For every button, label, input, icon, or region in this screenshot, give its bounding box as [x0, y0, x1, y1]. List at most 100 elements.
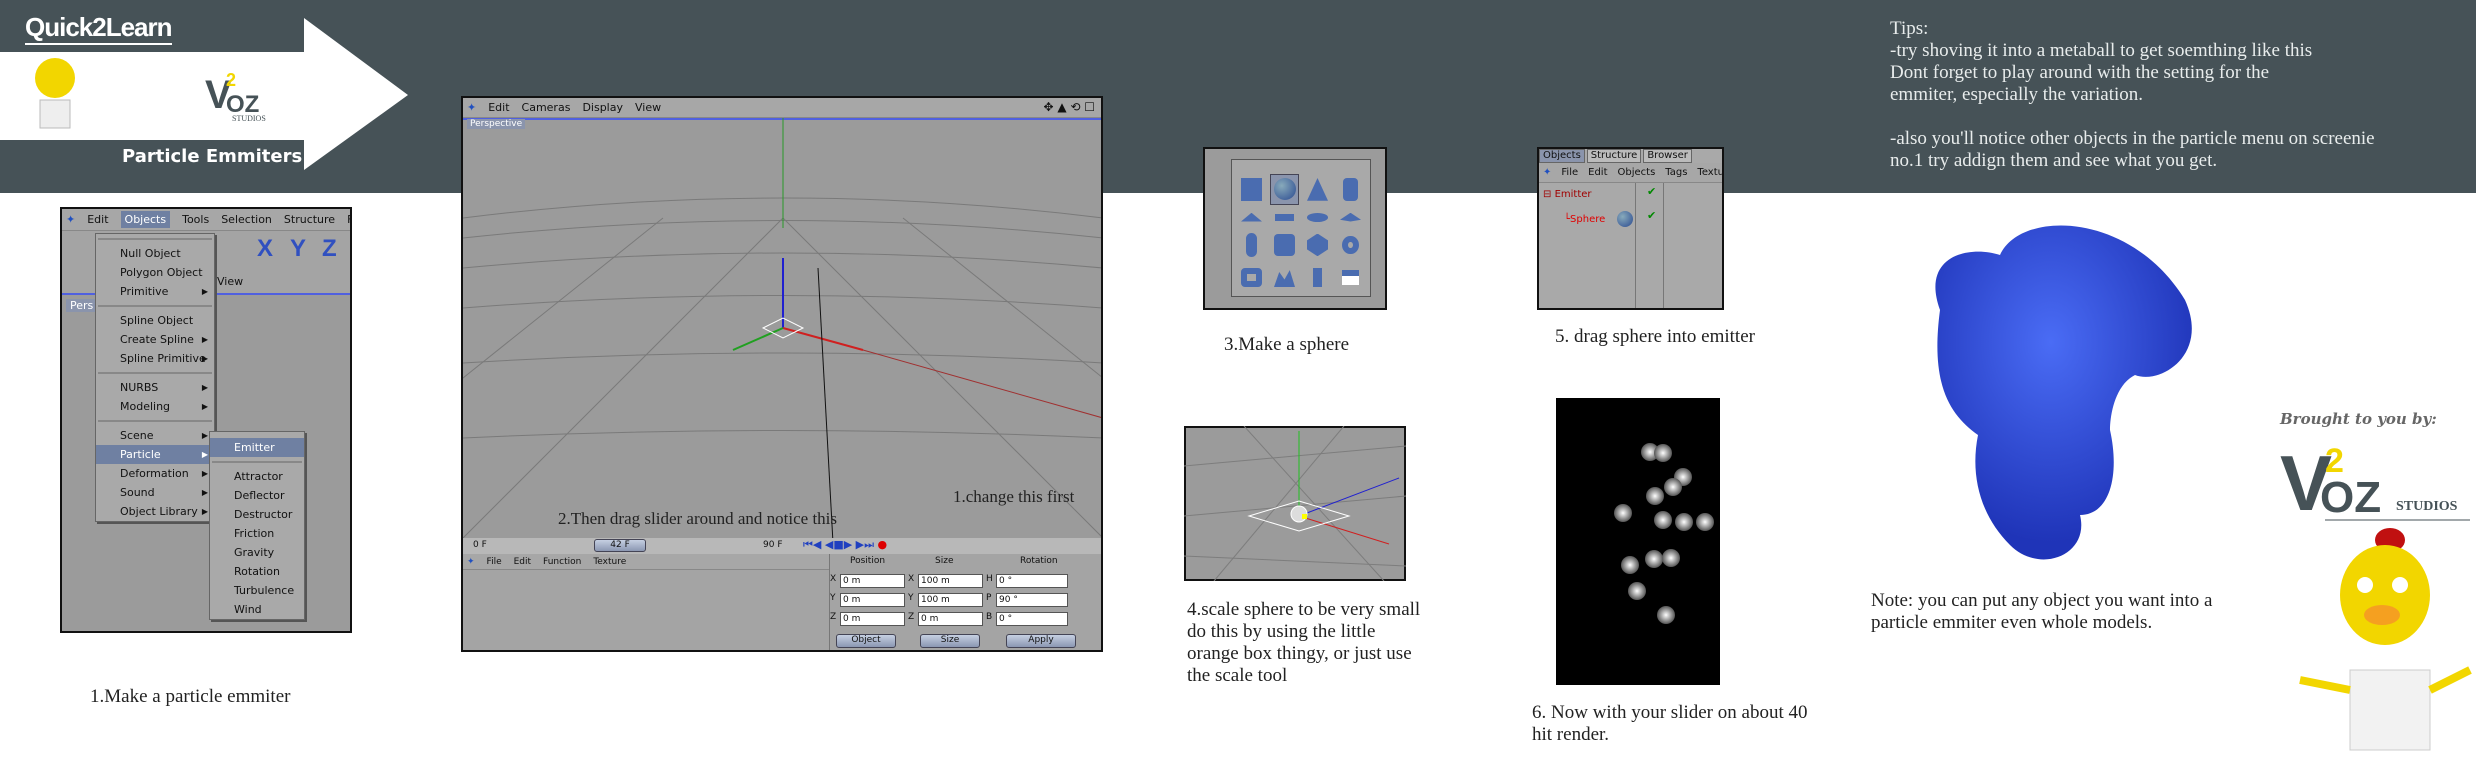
menu-item-scene[interactable]: Scene [96, 426, 214, 445]
figure-icon[interactable] [1313, 268, 1322, 287]
menu-edit[interactable]: Edit [488, 101, 509, 114]
coord-size-field[interactable]: 100 m [918, 593, 983, 607]
checkmark-icon[interactable]: ✔ [1647, 209, 1656, 222]
tab-structure[interactable]: Structure [1586, 149, 1642, 163]
menu-item-particle[interactable]: Particle [96, 445, 214, 464]
menu-item-nurbs[interactable]: NURBS [96, 378, 214, 397]
platonic-icon[interactable] [1307, 233, 1328, 257]
cylinder-icon[interactable] [1343, 178, 1358, 201]
coord-rot-field[interactable]: 0 ° [996, 574, 1068, 588]
particle-sphere [1646, 487, 1664, 505]
menu-texture[interactable]: Texture [593, 557, 626, 567]
menu-item-null-object[interactable]: Null Object [96, 244, 214, 263]
menu-separator [98, 305, 212, 307]
menu-objects[interactable]: Objects [1618, 167, 1656, 178]
checkmark-icon[interactable]: ✔ [1647, 185, 1656, 198]
coord-pos-field[interactable]: 0 m [840, 574, 905, 588]
menu-edit[interactable]: Edit [87, 213, 108, 226]
menu-view[interactable]: View [635, 101, 661, 114]
submenu-item-friction[interactable]: Friction [210, 524, 304, 543]
menu-item-spline-object[interactable]: Spline Object [96, 311, 214, 330]
capsule-icon[interactable] [1246, 232, 1257, 258]
coord-size-field[interactable]: 0 m [918, 612, 983, 626]
menu-tools[interactable]: Tools [182, 213, 209, 226]
scale-handle[interactable] [1302, 514, 1307, 519]
pin-icon: ✦ [66, 213, 76, 226]
menu-texture[interactable]: Texture [1697, 167, 1722, 178]
tab-browser[interactable]: Browser [1643, 149, 1692, 163]
menu-function[interactable]: Function [543, 557, 581, 567]
header-logo: V 2 OZ STUDIOS Quick2Learn Particle Emmi… [0, 0, 420, 180]
submenu-item-attractor[interactable]: Attractor [210, 467, 304, 486]
menu-edit[interactable]: Edit [1588, 167, 1607, 178]
submenu-item-destructor[interactable]: Destructor [210, 505, 304, 524]
menu-edit[interactable]: Edit [514, 557, 531, 567]
viewport-label: Pers [66, 299, 98, 312]
submenu-item-rotation[interactable]: Rotation [210, 562, 304, 581]
sphere-icon[interactable] [1270, 174, 1299, 205]
submenu-item-emitter[interactable]: Emitter [210, 438, 304, 457]
menu-separator [98, 420, 212, 422]
menu-cameras[interactable]: Cameras [522, 101, 571, 114]
timeline[interactable]: 0 F 42 F 90 F ⏮◀ ◀■▶ ▶⏭ ● [463, 538, 1101, 554]
cone-icon[interactable] [1307, 178, 1328, 201]
menu-item-create-spline[interactable]: Create Spline [96, 330, 214, 349]
y-axis-button[interactable]: Y [290, 235, 306, 263]
menu-item-spline-primitive[interactable]: Spline Primitive [96, 349, 214, 368]
size-mode-select[interactable]: Size [920, 634, 980, 648]
menu-structure[interactable]: Structure [284, 213, 335, 226]
menu-item-modeling[interactable]: Modeling [96, 397, 214, 416]
coord-mode-select[interactable]: Object [836, 634, 896, 648]
relief-icon[interactable] [1342, 270, 1359, 285]
timeline-slider[interactable]: 42 F [594, 539, 646, 552]
chick-mascot [2299, 528, 2472, 751]
submenu-item-turbulence[interactable]: Turbulence [210, 581, 304, 600]
menu-item-deformation[interactable]: Deformation [96, 464, 214, 483]
menu-file[interactable]: File [487, 557, 502, 567]
viewport-nav-icons[interactable]: ✥ ▲ ⟲ ☐ [1043, 100, 1095, 114]
menu-selection[interactable]: Selection [221, 213, 272, 226]
z-axis-button[interactable]: Z [322, 235, 337, 263]
x-axis-button[interactable]: X [257, 235, 273, 263]
menu-objects[interactable]: Objects [120, 211, 171, 228]
particle-sphere [1662, 549, 1680, 567]
torus-icon[interactable] [1342, 235, 1359, 255]
rotation-header: Rotation [1020, 556, 1058, 566]
menu-functions[interactable]: Functions [347, 213, 350, 226]
axis-label: Z [830, 612, 837, 622]
oil-tank-icon[interactable] [1274, 233, 1295, 257]
landscape-icon[interactable] [1274, 270, 1295, 287]
disc-icon[interactable] [1307, 212, 1328, 222]
coord-rot-field[interactable]: 90 ° [996, 593, 1068, 607]
polygon-icon[interactable] [1241, 212, 1262, 222]
apply-button[interactable]: Apply [1006, 634, 1076, 648]
coord-rot-field[interactable]: 0 ° [996, 612, 1068, 626]
axis-label: Z [908, 612, 915, 622]
menu-tags[interactable]: Tags [1665, 167, 1687, 178]
playback-controls[interactable]: ⏮◀ ◀■▶ ▶⏭ ● [803, 538, 887, 552]
plane-icon[interactable] [1275, 213, 1294, 221]
menu-item-polygon-object[interactable]: Polygon Object [96, 263, 214, 282]
menu-item-primitive[interactable]: Primitive [96, 282, 214, 301]
tube-icon[interactable] [1241, 268, 1262, 287]
menu-item-object-library[interactable]: Object Library [96, 502, 214, 521]
viewport-3d[interactable] [463, 118, 1103, 538]
svg-text:2: 2 [226, 70, 236, 90]
tree-item-emitter[interactable]: ⊟ Emitter [1543, 189, 1592, 200]
submenu-item-deflector[interactable]: Deflector [210, 486, 304, 505]
menu-item-sound[interactable]: Sound [96, 483, 214, 502]
axis-label: Y [908, 593, 914, 603]
view-menu[interactable]: View [217, 275, 243, 288]
pyramid-icon[interactable] [1340, 212, 1361, 222]
cube-icon[interactable] [1241, 178, 1262, 201]
menu-file[interactable]: File [1561, 167, 1578, 178]
submenu-item-gravity[interactable]: Gravity [210, 543, 304, 562]
coord-size-field[interactable]: 100 m [918, 574, 983, 588]
coord-pos-field[interactable]: 0 m [840, 593, 905, 607]
menu-separator [98, 372, 212, 374]
tree-item-sphere[interactable]: └Sphere [1564, 214, 1605, 225]
coord-pos-field[interactable]: 0 m [840, 612, 905, 626]
tab-objects[interactable]: Objects [1539, 149, 1585, 163]
menu-display[interactable]: Display [582, 101, 623, 114]
submenu-item-wind[interactable]: Wind [210, 600, 304, 619]
